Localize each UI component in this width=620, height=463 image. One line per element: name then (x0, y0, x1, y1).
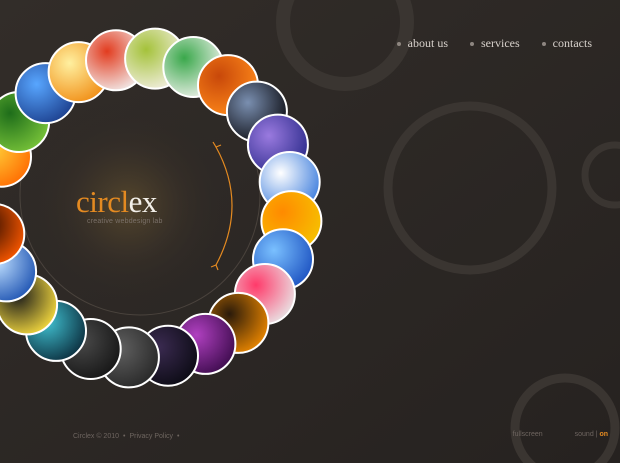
sound-state: on (599, 431, 608, 438)
bullet-icon (541, 41, 546, 46)
copyright-text: Circlex © 2010 (73, 433, 120, 440)
nav-label: contacts (552, 36, 592, 50)
nav-services[interactable]: services (470, 36, 520, 51)
logo-tagline: creative webdesign lab (87, 218, 163, 225)
logo-part-b: ex (128, 184, 158, 219)
footer-left: Circlex © 2010 • Privacy Policy • (73, 433, 180, 440)
main-nav: about us services contacts (375, 36, 592, 51)
logo-part-a: circl (76, 184, 129, 219)
nav-label: about us (407, 36, 449, 50)
fullscreen-link[interactable]: fullscreen (513, 431, 543, 438)
footer-right: fullscreen sound | on (513, 431, 608, 438)
bullet-icon (470, 41, 475, 46)
sound-label: sound | (574, 431, 598, 438)
footer-separator: • (177, 433, 180, 440)
bullet-icon (396, 41, 401, 46)
logo-wordmark: circlex (76, 184, 216, 220)
site-logo[interactable]: circlex creative webdesign lab (76, 184, 216, 225)
sound-toggle[interactable]: sound | on (575, 431, 608, 438)
nav-label: services (481, 36, 520, 50)
footer-separator: • (123, 433, 126, 440)
nav-contacts[interactable]: contacts (541, 36, 592, 51)
nav-about-us[interactable]: about us (396, 36, 449, 51)
privacy-policy-link[interactable]: Privacy Policy (129, 433, 173, 440)
circle-gallery-stage (0, 0, 620, 463)
